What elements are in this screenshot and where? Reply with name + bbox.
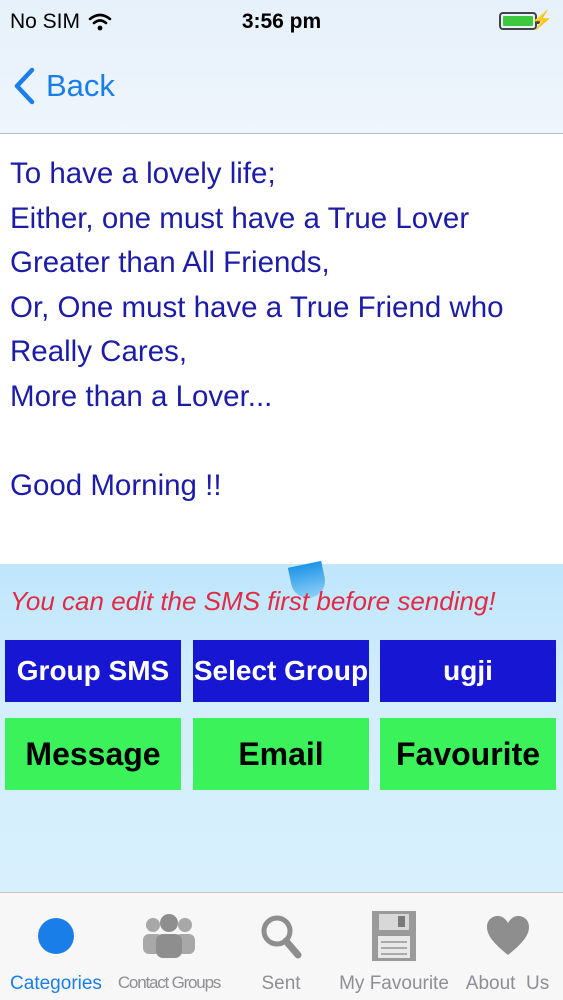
- tab-my-favourite[interactable]: My Favourite: [336, 893, 452, 1000]
- status-time: 3:56 pm: [241, 10, 322, 33]
- back-label: Back: [46, 68, 115, 103]
- tab-contact-groups[interactable]: Contact Groups: [112, 893, 226, 1000]
- chevron-left-icon: [14, 67, 35, 105]
- tab-bar: Categories Contact Groups Sent My Favour…: [0, 892, 563, 1000]
- tab-categories[interactable]: Categories: [0, 893, 112, 1000]
- status-bar: No SIM 3:56 pm ⚡: [0, 0, 563, 44]
- tab-label-contact-groups: Contact Groups: [117, 973, 221, 992]
- edit-hint-text: You can edit the SMS first before sendin…: [10, 586, 496, 616]
- select-group-button[interactable]: Select Group: [193, 640, 369, 702]
- sms-message-text[interactable]: To have a lovely life; Either, one must …: [10, 152, 555, 508]
- tab-sent[interactable]: Sent: [226, 893, 336, 1000]
- save-icon: [372, 911, 416, 961]
- group-name-button[interactable]: ugji: [380, 640, 556, 702]
- tab-label-sent: Sent: [261, 973, 301, 994]
- contacts-icon: [143, 914, 195, 958]
- favourite-button[interactable]: Favourite: [380, 718, 556, 790]
- email-button[interactable]: Email: [193, 718, 369, 790]
- tab-label-about-us: About Us: [465, 973, 550, 994]
- battery-level: [503, 16, 533, 26]
- search-icon: [261, 915, 302, 959]
- heart-icon: [486, 916, 529, 955]
- tab-about-us[interactable]: About Us: [452, 893, 563, 1000]
- group-sms-button[interactable]: Group SMS: [5, 640, 181, 702]
- message-button[interactable]: Message: [5, 718, 181, 790]
- back-button[interactable]: Back: [12, 66, 115, 106]
- tab-label-my-favourite: My Favourite: [339, 973, 449, 994]
- charging-bolt-icon: ⚡: [530, 10, 553, 30]
- tab-label-categories: Categories: [10, 973, 102, 994]
- circle-icon: [38, 918, 74, 954]
